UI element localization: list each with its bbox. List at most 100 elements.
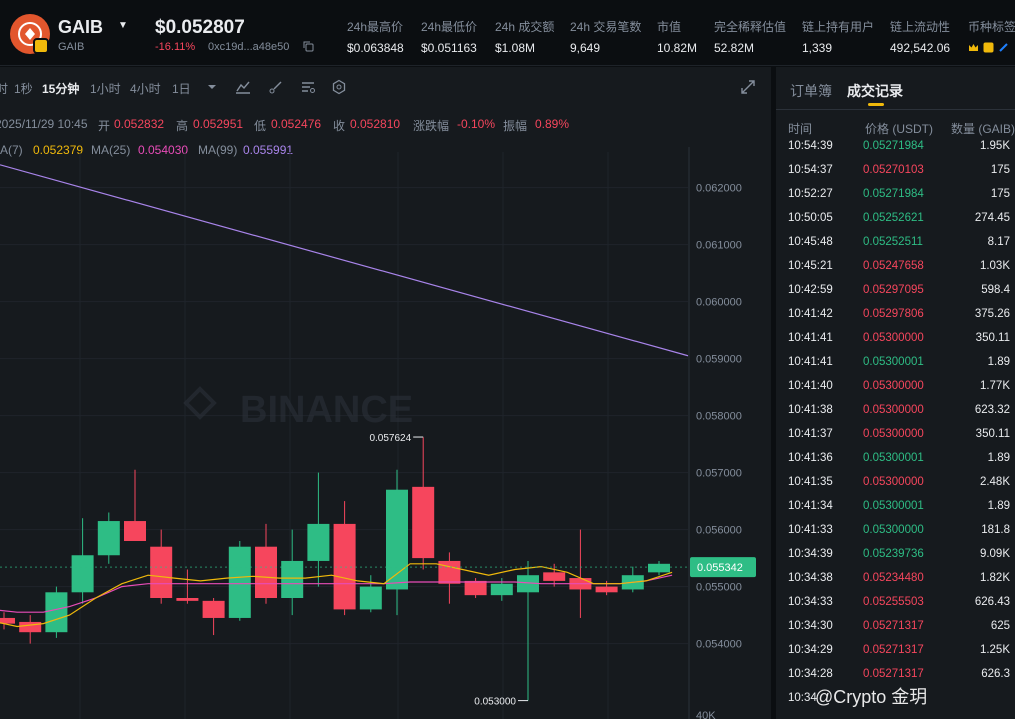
binance-logo-watermark-icon [183, 386, 217, 420]
trade-quantity: 623.32 [974, 404, 1010, 416]
trade-time: 10:41:38 [788, 404, 833, 416]
trade-quantity: 1.89 [987, 356, 1010, 368]
trade-quantity: 1.25K [979, 644, 1010, 656]
token-subname: GAIB [58, 41, 85, 53]
trade-quantity: 625 [990, 620, 1010, 632]
candle-body [255, 546, 277, 598]
candle-body [45, 592, 68, 633]
price-change: -16.11% [155, 41, 196, 53]
trade-quantity: 175 [990, 188, 1010, 200]
stat-24h-low: 24h最低价 $0.051163 [421, 20, 478, 55]
trade-time: 10:41:33 [788, 524, 833, 536]
trade-row: 10:41:34 0.05300001 1.89 [776, 495, 1015, 519]
trade-row: 10:41:41 0.05300000 350.11 [776, 327, 1015, 351]
candle-body [464, 580, 487, 596]
bnb-tag-icon[interactable] [983, 40, 994, 53]
chevron-down-icon[interactable]: ▼ [118, 20, 128, 31]
candle-body [648, 563, 670, 573]
trade-time: 10:50:05 [788, 212, 833, 224]
candle-body [150, 546, 173, 598]
low-marker-label: 0.053000 [474, 697, 516, 708]
trade-row: 10:41:42 0.05297806 375.26 [776, 303, 1015, 327]
trade-price: 0.05300000 [863, 524, 924, 536]
trade-time: 10:34:30 [788, 620, 833, 632]
stat-holders: 链上持有用户 1,339 [802, 20, 875, 55]
tabs-divider [776, 109, 1015, 110]
trade-time: 10:34 [788, 692, 817, 704]
trade-quantity: 1.82K [979, 572, 1010, 584]
trade-time: 10:45:21 [788, 260, 833, 272]
trade-row: 10:52:27 0.05271984 175 [776, 183, 1015, 207]
stat-24h-high: 24h最高价 $0.063848 [347, 20, 404, 55]
candle-body [71, 555, 94, 593]
candle-body [412, 486, 435, 559]
trade-row: 10:41:36 0.05300001 1.89 [776, 447, 1015, 471]
trade-quantity: 626.3 [981, 668, 1010, 680]
trade-price: 0.05270103 [863, 164, 924, 176]
y-tick-label: 0.055000 [696, 582, 742, 594]
trade-row: 10:41:40 0.05300000 1.77K [776, 375, 1015, 399]
y-tick-label: 0.058000 [696, 411, 742, 423]
trade-quantity: 9.09K [979, 548, 1010, 560]
trade-price: 0.05297095 [863, 284, 924, 296]
stat-fdv: 完全稀释估值 52.82M [714, 20, 787, 55]
copy-icon[interactable] [303, 41, 314, 52]
trade-price: 0.05300000 [863, 332, 924, 344]
trade-price: 0.05252621 [863, 212, 924, 224]
trade-price: 0.05252511 [863, 236, 923, 248]
chain-badge-icon [33, 38, 49, 54]
trade-quantity: 2.48K [979, 476, 1010, 488]
trade-time: 10:34:38 [788, 572, 833, 584]
candle-body [19, 621, 42, 633]
trade-quantity: 175 [990, 164, 1010, 176]
tab-order-book[interactable]: 订单簿 [790, 81, 832, 101]
trade-row: 10:50:05 0.05252621 274.45 [776, 207, 1015, 231]
crown-tag-icon[interactable] [968, 40, 979, 51]
tab-trade-history[interactable]: 成交记录 [847, 81, 903, 101]
current-price: $0.052807 [155, 17, 245, 38]
candle-body [307, 523, 330, 561]
trade-quantity: 8.17 [987, 236, 1010, 248]
link-tag-icon[interactable] [998, 40, 1009, 52]
trade-quantity: 1.89 [987, 452, 1010, 464]
trades-panel: 订单簿 成交记录 时间 价格 (USDT) 数量 (GAIB) 10:54:39… [776, 67, 1015, 719]
contract-address[interactable]: 0xc19d...a48e50 [208, 41, 289, 53]
candle-body [543, 572, 566, 581]
trade-quantity: 626.43 [974, 596, 1010, 608]
stat-24h-trades: 24h 交易笔数 9,649 [570, 20, 642, 55]
trade-time: 10:41:41 [788, 356, 833, 368]
candle-body [281, 560, 304, 598]
trade-quantity: 350.11 [975, 332, 1010, 344]
stat-market-cap: 市值 10.82M [657, 20, 698, 55]
trade-quantity: 181.8 [981, 524, 1010, 536]
candlestick-chart[interactable]: 0.062000 0.061000 0.060000 0.059000 0.058000… [0, 67, 771, 719]
ma99-line [0, 164, 689, 357]
trade-price: 0.05300000 [863, 380, 924, 392]
volume-tick-label: 40K [696, 710, 716, 719]
candle-body [595, 586, 618, 593]
trade-row: 10:41:38 0.05300000 623.32 [776, 399, 1015, 423]
trade-row: 10:41:41 0.05300001 1.89 [776, 351, 1015, 375]
trade-price: 0.05271317 [863, 620, 924, 632]
trade-price: 0.05234480 [863, 572, 924, 584]
y-tick-label: 0.061000 [696, 240, 742, 252]
trade-time: 10:41:41 [788, 332, 833, 344]
trade-time: 10:41:35 [788, 476, 833, 488]
high-marker-label: 0.057624 [369, 433, 411, 444]
token-symbol[interactable]: GAIB [58, 17, 103, 38]
trade-row: 10:41:37 0.05300000 350.11 [776, 423, 1015, 447]
trade-price: 0.05271984 [863, 140, 924, 152]
trade-row: 10:34:38 0.05234480 1.82K [776, 567, 1015, 591]
trade-quantity: 1.89 [987, 500, 1010, 512]
trade-row: 10:45:21 0.05247658 1.03K [776, 255, 1015, 279]
trade-row: 10:34:29 0.05271317 1.25K [776, 639, 1015, 663]
trade-row: 10:41:33 0.05300000 181.8 [776, 519, 1015, 543]
y-tick-label: 0.060000 [696, 297, 742, 309]
y-tick-label: 0.054000 [696, 639, 742, 651]
trade-price: 0.05300001 [863, 356, 924, 368]
trade-time: 10:41:42 [788, 308, 833, 320]
binance-watermark: BINANCE [240, 389, 413, 431]
trade-quantity: 350.11 [975, 428, 1010, 440]
stat-token-tags: 币种标签 [968, 20, 1015, 34]
trade-time: 10:41:40 [788, 380, 833, 392]
